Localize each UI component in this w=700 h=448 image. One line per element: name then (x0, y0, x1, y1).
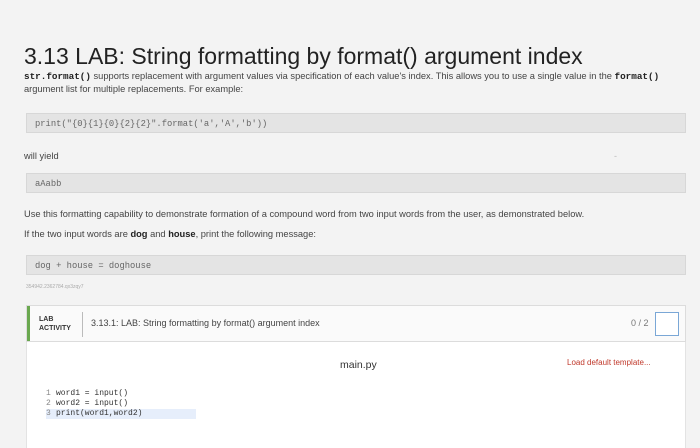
intro-code-format: str.format() (24, 71, 91, 82)
lab-score: 0 / 2 (631, 318, 649, 328)
code-editor[interactable]: 1 word1 = input() 2 word2 = input() 3 print… (46, 389, 196, 419)
intro-paragraph: str.format() supports replacement with a… (24, 70, 684, 96)
page-title: 3.13 LAB: String formatting by format() … (24, 43, 583, 70)
score-box-icon (655, 312, 679, 336)
example-code-block: print("{0}{1}{0}{2}{2}".format('a','A','… (26, 113, 686, 133)
intro-text-1: supports replacement with argument value… (90, 71, 615, 81)
file-name: main.py (340, 359, 377, 371)
expected-output-block: dog + house = doghouse (26, 255, 686, 275)
code-line[interactable]: 1 word1 = input() (46, 389, 196, 399)
example-output-block: aAabb (26, 173, 686, 193)
intro-text-2: argument list for multiple replacements.… (24, 84, 244, 94)
load-template-link[interactable]: Load default template... (567, 358, 651, 367)
lab-activity-tag: LAB ACTIVITY (39, 316, 71, 332)
condition-text: If the two input words are dog and house… (24, 229, 316, 239)
intro-code-format-arg: format() (614, 71, 660, 82)
lab-divider (82, 312, 83, 337)
lab-activity-header: LAB ACTIVITY 3.13.1: LAB: String formatt… (26, 305, 686, 342)
input-word-2: house (168, 229, 196, 239)
input-word-1: dog (130, 229, 148, 239)
lab-activity-title: 3.13.1: LAB: String formatting by format… (91, 318, 320, 328)
reference-id: 354942.2362784.qx3zqy7 (26, 284, 84, 290)
lab-accent-bar (27, 306, 30, 341)
will-yield-text: will yield (24, 151, 59, 161)
code-line-active[interactable]: 3 print(word1,word2) (46, 409, 196, 419)
code-line[interactable]: 2 word2 = input() (46, 399, 196, 409)
task-description: Use this formatting capability to demons… (24, 209, 585, 219)
